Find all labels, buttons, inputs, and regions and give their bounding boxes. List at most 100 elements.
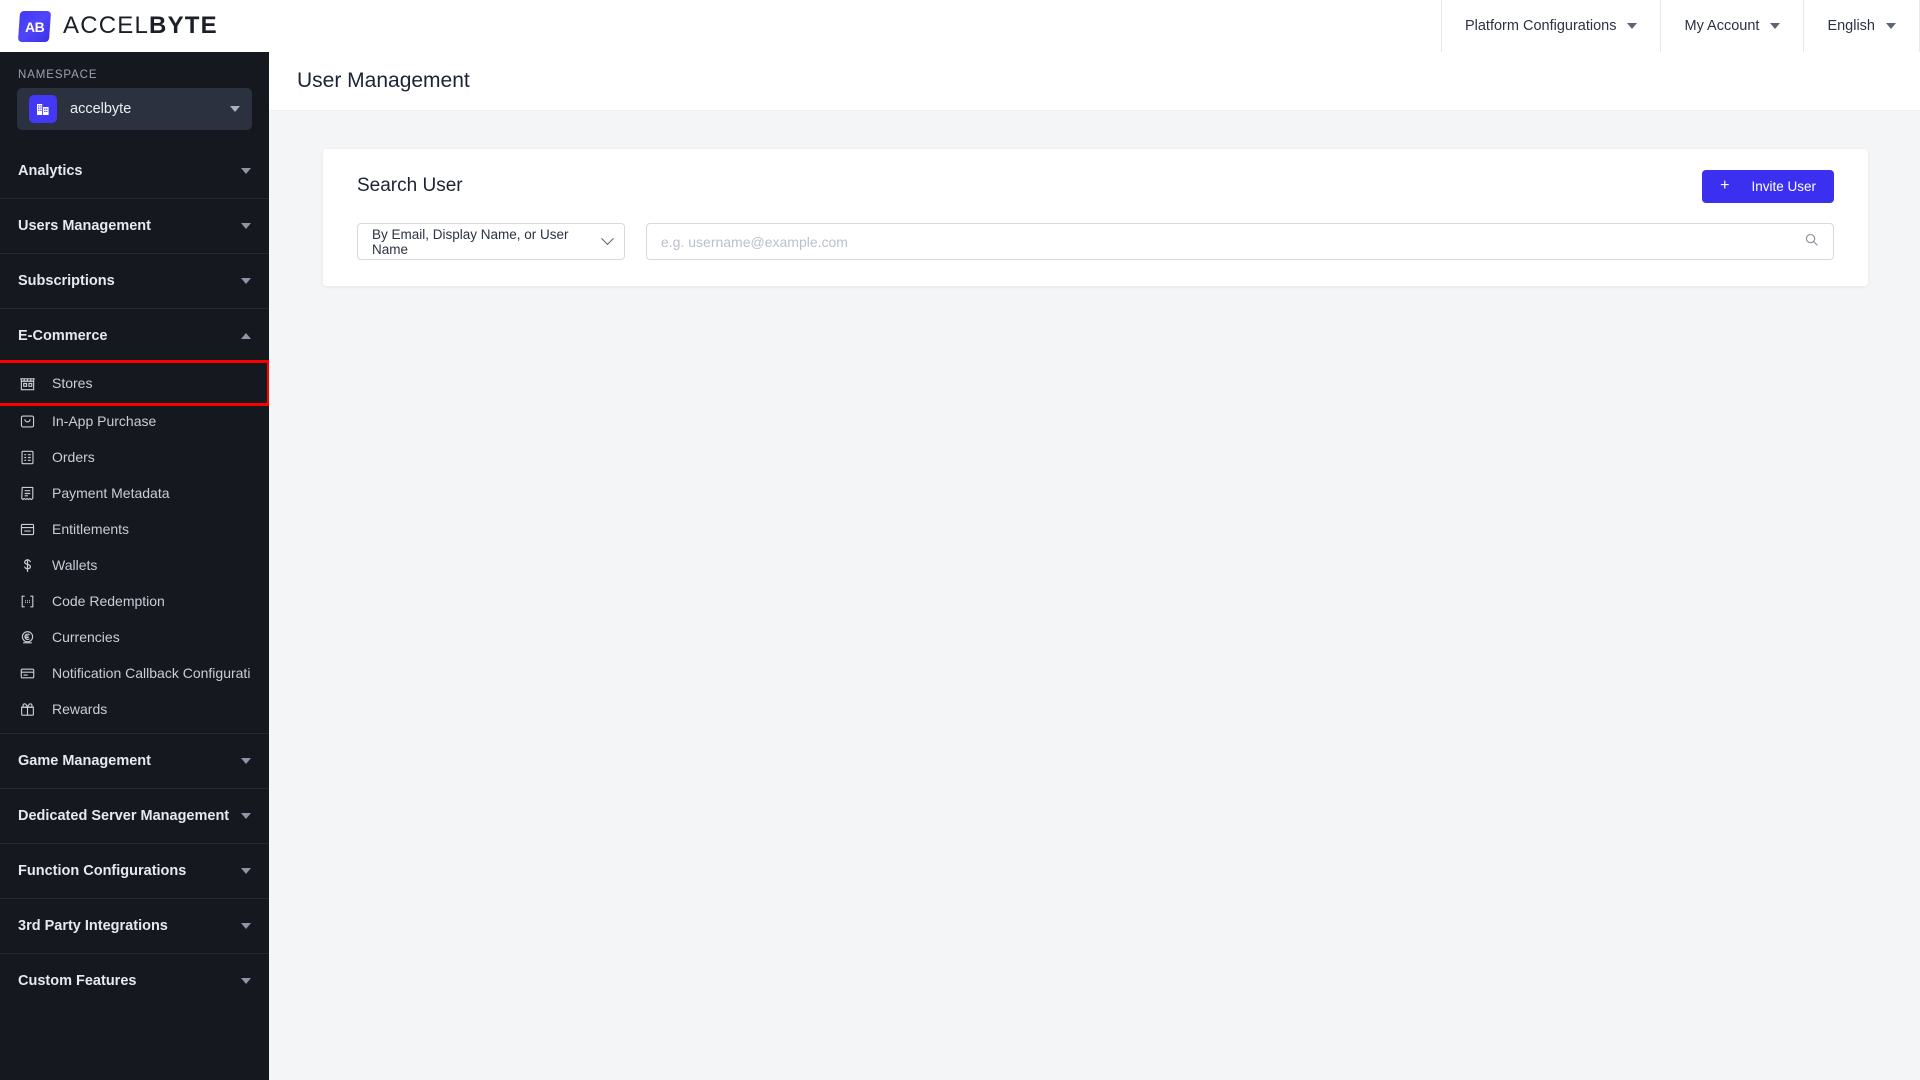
sidebar-section-custom-features[interactable]: Custom Features <box>0 953 269 1008</box>
chevron-down-icon <box>1770 23 1781 29</box>
sidebar-section-label: Users Management <box>18 218 151 234</box>
sidebar-section-subscriptions[interactable]: Subscriptions <box>0 253 269 308</box>
sidebar-item-notification-callback-configuration[interactable]: Notification Callback Configurati <box>0 655 269 691</box>
gift-icon <box>18 700 36 718</box>
search-user-card: Search User + Invite User By Email, Disp… <box>323 149 1868 286</box>
store-icon <box>18 374 36 392</box>
search-filter-select[interactable]: By Email, Display Name, or User Name <box>357 223 625 260</box>
sidebar-item-label: Orders <box>52 449 95 465</box>
building-icon <box>29 95 57 123</box>
search-user-card-header: Search User + Invite User <box>323 149 1868 223</box>
sidebar-section-label: E-Commerce <box>18 328 108 344</box>
sidebar-item-label: Entitlements <box>52 521 130 537</box>
sidebar-section-label: Dedicated Server Management <box>18 808 230 824</box>
chevron-down-icon <box>241 923 251 929</box>
sidebar-section-label: Game Management <box>18 753 151 769</box>
sidebar: NAMESPACE accelbyte Analytics Users Mana… <box>0 52 269 1080</box>
brand-wordmark: ACCELBYTE <box>63 12 218 40</box>
top-navigation: Platform Configurations My Account Engli… <box>1440 0 1920 52</box>
sidebar-section-game-management[interactable]: Game Management <box>0 733 269 788</box>
topnav-item-my-account[interactable]: My Account <box>1660 0 1803 52</box>
chevron-down-icon <box>241 868 251 874</box>
sidebar-item-label: Stores <box>52 375 93 391</box>
currency-euro-icon <box>18 628 36 646</box>
brand-name-bold: BYTE <box>149 12 218 39</box>
search-icon[interactable] <box>1804 232 1819 252</box>
top-bar: AB ACCELBYTE Platform Configurations My … <box>0 0 1920 52</box>
code-brackets-icon <box>18 592 36 610</box>
chevron-down-icon <box>241 813 251 819</box>
sidebar-item-label: Wallets <box>52 557 98 573</box>
sidebar-section-label: Subscriptions <box>18 273 115 289</box>
invite-user-button-label: Invite User <box>1751 178 1816 194</box>
accelbyte-logo-icon: AB <box>17 10 52 42</box>
sidebar-item-in-app-purchase[interactable]: In-App Purchase <box>0 403 269 439</box>
sidebar-section-function-configurations[interactable]: Function Configurations <box>0 843 269 898</box>
chevron-down-icon <box>230 106 240 112</box>
page-header: User Management <box>269 52 1920 111</box>
sidebar-section-users-management[interactable]: Users Management <box>0 198 269 253</box>
bag-icon <box>18 412 36 430</box>
sidebar-item-label: Payment Metadata <box>52 485 170 501</box>
brand-logo-area[interactable]: AB ACCELBYTE <box>0 0 269 52</box>
sidebar-section-label: Function Configurations <box>18 863 187 879</box>
search-controls-row: By Email, Display Name, or User Name <box>323 223 1868 260</box>
chevron-down-icon <box>241 758 251 764</box>
search-user-title: Search User <box>357 175 463 196</box>
sidebar-sections-bottom: Game Management Dedicated Server Managem… <box>0 733 269 1008</box>
sidebar-item-label: Notification Callback Configurati <box>52 665 251 681</box>
card-swipe-icon <box>18 664 36 682</box>
sidebar-item-label: Code Redemption <box>52 593 165 609</box>
logo-mark-text: AB <box>24 18 45 34</box>
chevron-down-icon <box>1886 23 1896 29</box>
sidebar-item-payment-metadata[interactable]: Payment Metadata <box>0 475 269 511</box>
plus-icon: + <box>1720 177 1730 194</box>
sidebar-section-dedicated-server-management[interactable]: Dedicated Server Management <box>0 788 269 843</box>
card-minus-icon <box>18 520 36 538</box>
dollar-icon <box>18 556 36 574</box>
main-content: User Management Search User + Invite Use… <box>269 52 1920 1080</box>
sidebar-item-currencies[interactable]: Currencies <box>0 619 269 655</box>
receipt-list-icon <box>18 448 36 466</box>
sidebar-section-analytics[interactable]: Analytics <box>0 143 269 198</box>
sidebar-section-3rd-party-integrations[interactable]: 3rd Party Integrations <box>0 898 269 953</box>
chevron-down-icon <box>241 278 251 284</box>
sidebar-sections-top: Analytics Users Management Subscriptions… <box>0 143 269 363</box>
search-input[interactable] <box>661 233 1804 250</box>
search-filter-selected-value: By Email, Display Name, or User Name <box>372 226 569 257</box>
topnav-label: My Account <box>1684 18 1760 34</box>
sidebar-item-label: Rewards <box>52 701 108 717</box>
namespace-selector[interactable]: accelbyte <box>17 88 252 130</box>
chevron-down-icon <box>241 978 251 984</box>
invite-user-button[interactable]: + Invite User <box>1702 169 1834 203</box>
sidebar-item-entitlements[interactable]: Entitlements <box>0 511 269 547</box>
sidebar-item-label: Currencies <box>52 629 120 645</box>
chevron-down-icon <box>601 232 614 246</box>
sidebar-section-label: Analytics <box>18 162 83 179</box>
sidebar-section-label: Custom Features <box>18 973 137 989</box>
namespace-value: accelbyte <box>70 101 132 117</box>
invoice-icon <box>18 484 36 502</box>
topnav-item-language[interactable]: English <box>1803 0 1920 52</box>
chevron-down-icon <box>1627 23 1638 29</box>
sidebar-submenu-e-commerce: Stores In-App Purchase Orders Payment Me… <box>0 360 269 733</box>
chevron-up-icon <box>241 333 251 339</box>
page-title: User Management <box>297 69 470 92</box>
topnav-label: English <box>1827 18 1875 34</box>
sidebar-section-e-commerce[interactable]: E-Commerce <box>0 308 269 363</box>
sidebar-item-stores[interactable]: Stores <box>0 360 269 406</box>
chevron-down-icon <box>241 223 251 229</box>
topnav-label: Platform Configurations <box>1464 18 1617 34</box>
search-input-wrapper[interactable] <box>646 223 1834 260</box>
sidebar-item-code-redemption[interactable]: Code Redemption <box>0 583 269 619</box>
brand-name-light: ACCEL <box>63 12 150 39</box>
sidebar-item-wallets[interactable]: Wallets <box>0 547 269 583</box>
sidebar-item-rewards[interactable]: Rewards <box>0 691 269 727</box>
topnav-item-platform-configurations[interactable]: Platform Configurations <box>1440 0 1661 52</box>
chevron-down-icon <box>241 167 251 174</box>
sidebar-item-orders[interactable]: Orders <box>0 439 269 475</box>
top-bar-spacer <box>269 0 1441 52</box>
sidebar-section-label: 3rd Party Integrations <box>18 918 168 934</box>
sidebar-item-label: In-App Purchase <box>52 413 157 429</box>
namespace-label: NAMESPACE <box>18 69 98 81</box>
